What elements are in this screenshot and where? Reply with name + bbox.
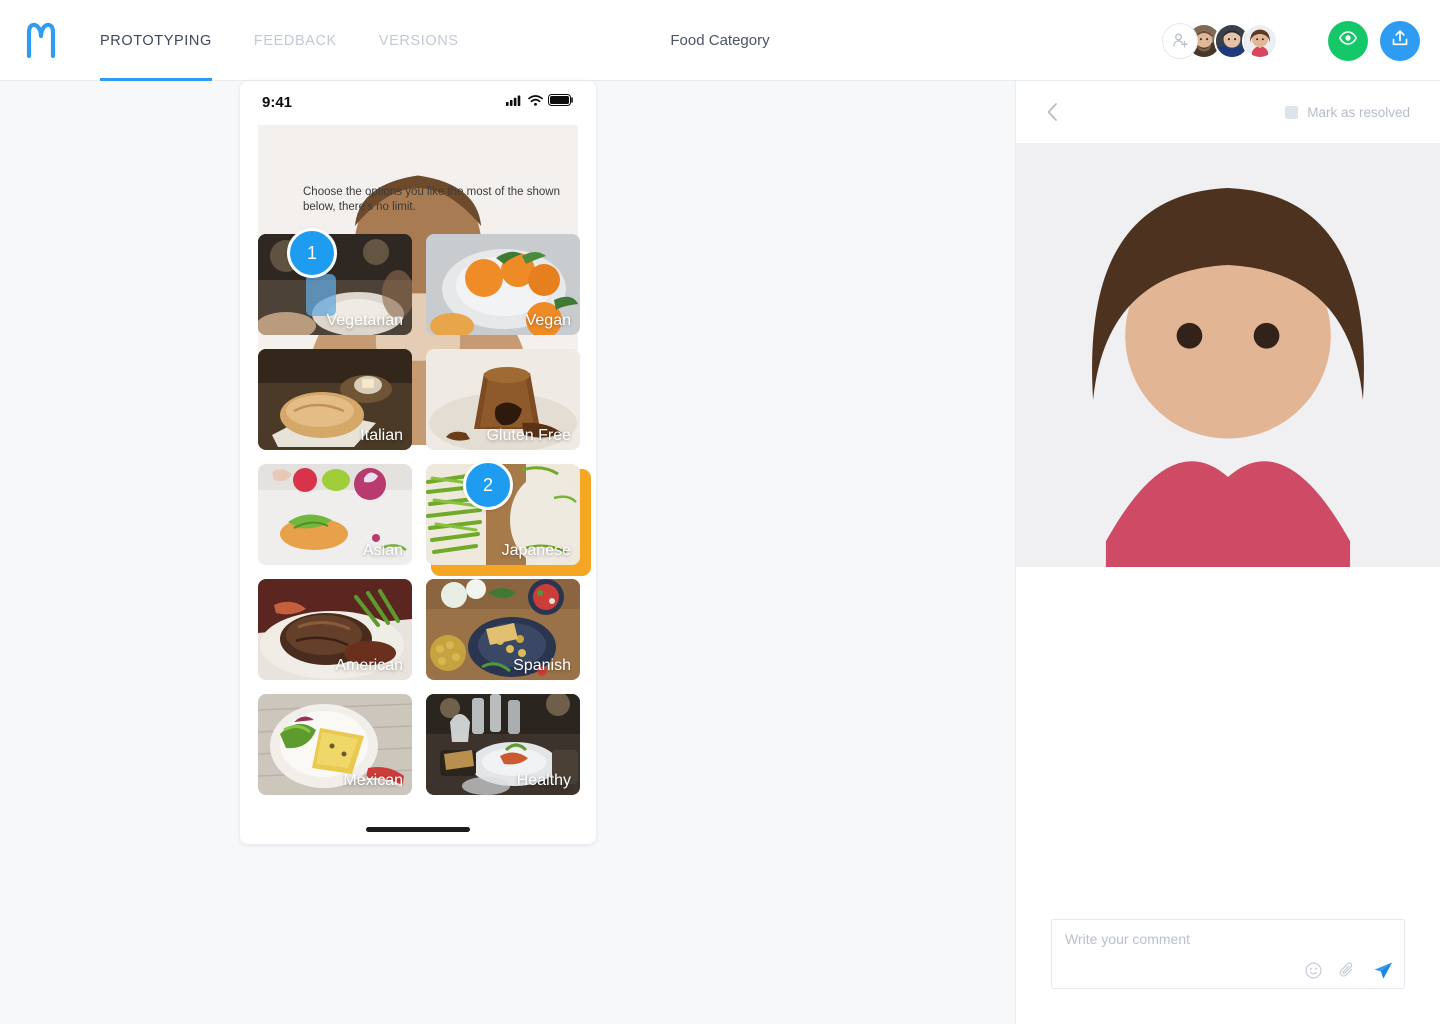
- marvel-logo-icon[interactable]: [22, 20, 60, 60]
- phone-screen-subtitle: Choose the options you like the most of …: [303, 186, 560, 213]
- cellular-signal-icon: [506, 93, 523, 111]
- tile-label: Japanese: [501, 542, 571, 559]
- tab-feedback[interactable]: FEEDBACK: [254, 0, 337, 81]
- comment-pin-1[interactable]: 1: [287, 228, 337, 278]
- eye-icon: [1338, 28, 1358, 53]
- mark-as-resolved-label: Mark as resolved: [1307, 104, 1410, 120]
- comment-pin-2[interactable]: 2: [463, 460, 513, 510]
- tile-label: Spanish: [513, 657, 571, 674]
- avatar[interactable]: [258, 125, 578, 445]
- comments-panel: Mark as resolved Anita Watts 30 minuts a…: [1016, 81, 1440, 1024]
- phone-header: Select your taste preferences: [258, 125, 578, 445]
- composer-actions: [1305, 961, 1393, 980]
- tile-label: Vegan: [525, 312, 571, 329]
- collaborator-avatars: [1162, 22, 1278, 59]
- tile-label: Healthy: [516, 772, 571, 789]
- preview-button[interactable]: [1328, 20, 1368, 61]
- tile-italian[interactable]: Italian: [258, 349, 412, 450]
- comment-item: Anita Watts Just now Good call - Let's d…: [1016, 143, 1440, 567]
- home-indicator: [366, 827, 470, 832]
- tile-american[interactable]: American: [258, 579, 412, 680]
- main-nav-tabs: PROTOTYPING FEEDBACK VERSIONS: [100, 0, 501, 81]
- tile-label: Asian: [362, 542, 403, 559]
- tab-prototyping[interactable]: PROTOTYPING: [100, 0, 212, 81]
- comments-list[interactable]: Anita Watts 30 minuts ago I'd like to se…: [1016, 143, 1440, 894]
- phone-status-bar: 9:41: [240, 81, 596, 123]
- top-bar: PROTOTYPING FEEDBACK VERSIONS Food Categ…: [0, 0, 1440, 81]
- tile-label: Mexican: [343, 772, 403, 789]
- tile-spanish[interactable]: Spanish: [426, 579, 580, 680]
- emoji-icon[interactable]: [1305, 962, 1322, 979]
- battery-icon: [548, 93, 574, 111]
- share-button[interactable]: [1380, 20, 1420, 61]
- status-icons: [506, 93, 574, 111]
- chevron-left-icon[interactable]: [1046, 102, 1059, 122]
- tile-label: American: [335, 657, 403, 674]
- checkbox-icon[interactable]: [1285, 105, 1299, 119]
- avatar[interactable]: [1242, 22, 1278, 59]
- tile-label: Vegetarian: [326, 312, 403, 329]
- wifi-icon: [528, 93, 543, 111]
- document-title-text: Food Category: [670, 32, 770, 49]
- add-person-icon[interactable]: [1162, 22, 1198, 59]
- food-category-grid: Vegetarian 1 Vegan Italian Gluten Free A…: [258, 228, 591, 795]
- tile-asian[interactable]: Asian: [258, 464, 412, 565]
- tile-japanese[interactable]: Japanese 2: [426, 460, 591, 576]
- tile-label: Gluten Free: [486, 427, 571, 444]
- paperclip-icon[interactable]: [1339, 962, 1356, 979]
- tile-healthy[interactable]: Healthy: [426, 694, 580, 795]
- comments-panel-header: Mark as resolved: [1016, 81, 1440, 143]
- tile-label: Italian: [360, 427, 403, 444]
- pin-number: 2: [482, 474, 493, 495]
- tile-vegan[interactable]: Vegan: [426, 234, 580, 335]
- topbar-actions: [1162, 0, 1420, 81]
- tab-versions-label: VERSIONS: [378, 32, 459, 49]
- phone-prototype-frame[interactable]: 9:41 Choose the options you like the mos…: [240, 81, 596, 844]
- tab-feedback-label: FEEDBACK: [253, 32, 337, 49]
- tab-prototyping-label: PROTOTYPING: [100, 32, 212, 49]
- comment-input-placeholder: Write your comment: [1065, 931, 1190, 947]
- tab-versions[interactable]: VERSIONS: [379, 0, 459, 81]
- pin-number: 1: [306, 242, 317, 263]
- tile-mexican[interactable]: Mexican: [258, 694, 412, 795]
- tile-vegetarian[interactable]: Vegetarian 1: [258, 228, 412, 335]
- status-time: 9:41: [262, 93, 293, 111]
- tile-gluten-free[interactable]: Gluten Free: [426, 349, 580, 450]
- send-icon[interactable]: [1373, 961, 1393, 980]
- mark-as-resolved-toggle[interactable]: Mark as resolved: [1285, 105, 1410, 120]
- avatar[interactable]: [1016, 143, 1440, 567]
- upload-icon: [1390, 28, 1410, 53]
- comment-composer[interactable]: Write your comment: [1051, 919, 1405, 989]
